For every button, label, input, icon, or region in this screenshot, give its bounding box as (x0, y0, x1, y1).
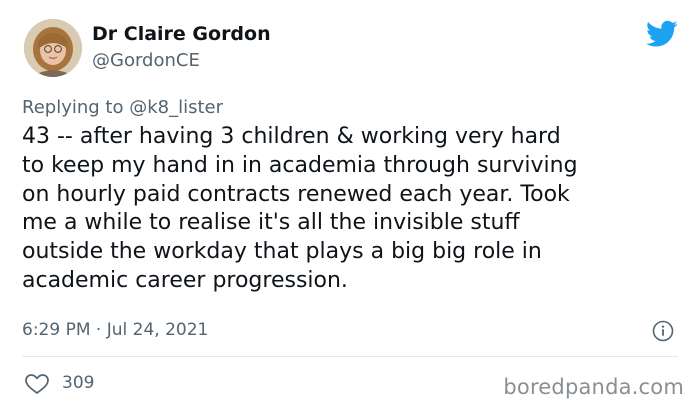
replying-to-prefix: Replying to (22, 97, 130, 118)
twitter-bird-icon[interactable] (646, 20, 678, 48)
divider (22, 356, 678, 357)
heart-icon[interactable] (24, 373, 50, 395)
watermark: boredpanda.com (503, 375, 684, 399)
tweet-timestamp[interactable]: 6:29 PM · Jul 24, 2021 (22, 319, 208, 341)
author-name[interactable]: Dr Claire Gordon (92, 22, 271, 46)
avatar[interactable] (24, 19, 82, 77)
avatar-photo (24, 19, 82, 77)
reply-mention-link[interactable]: @k8_lister (129, 97, 223, 118)
like-count: 309 (62, 373, 95, 393)
tweet-card: Dr Claire Gordon @GordonCE Replying to @… (0, 0, 700, 410)
author-handle[interactable]: @GordonCE (92, 49, 200, 73)
tweet-text: 43 -- after having 3 children & working … (22, 124, 578, 293)
info-icon[interactable] (652, 320, 674, 342)
replying-to: Replying to @k8_lister (22, 96, 223, 120)
